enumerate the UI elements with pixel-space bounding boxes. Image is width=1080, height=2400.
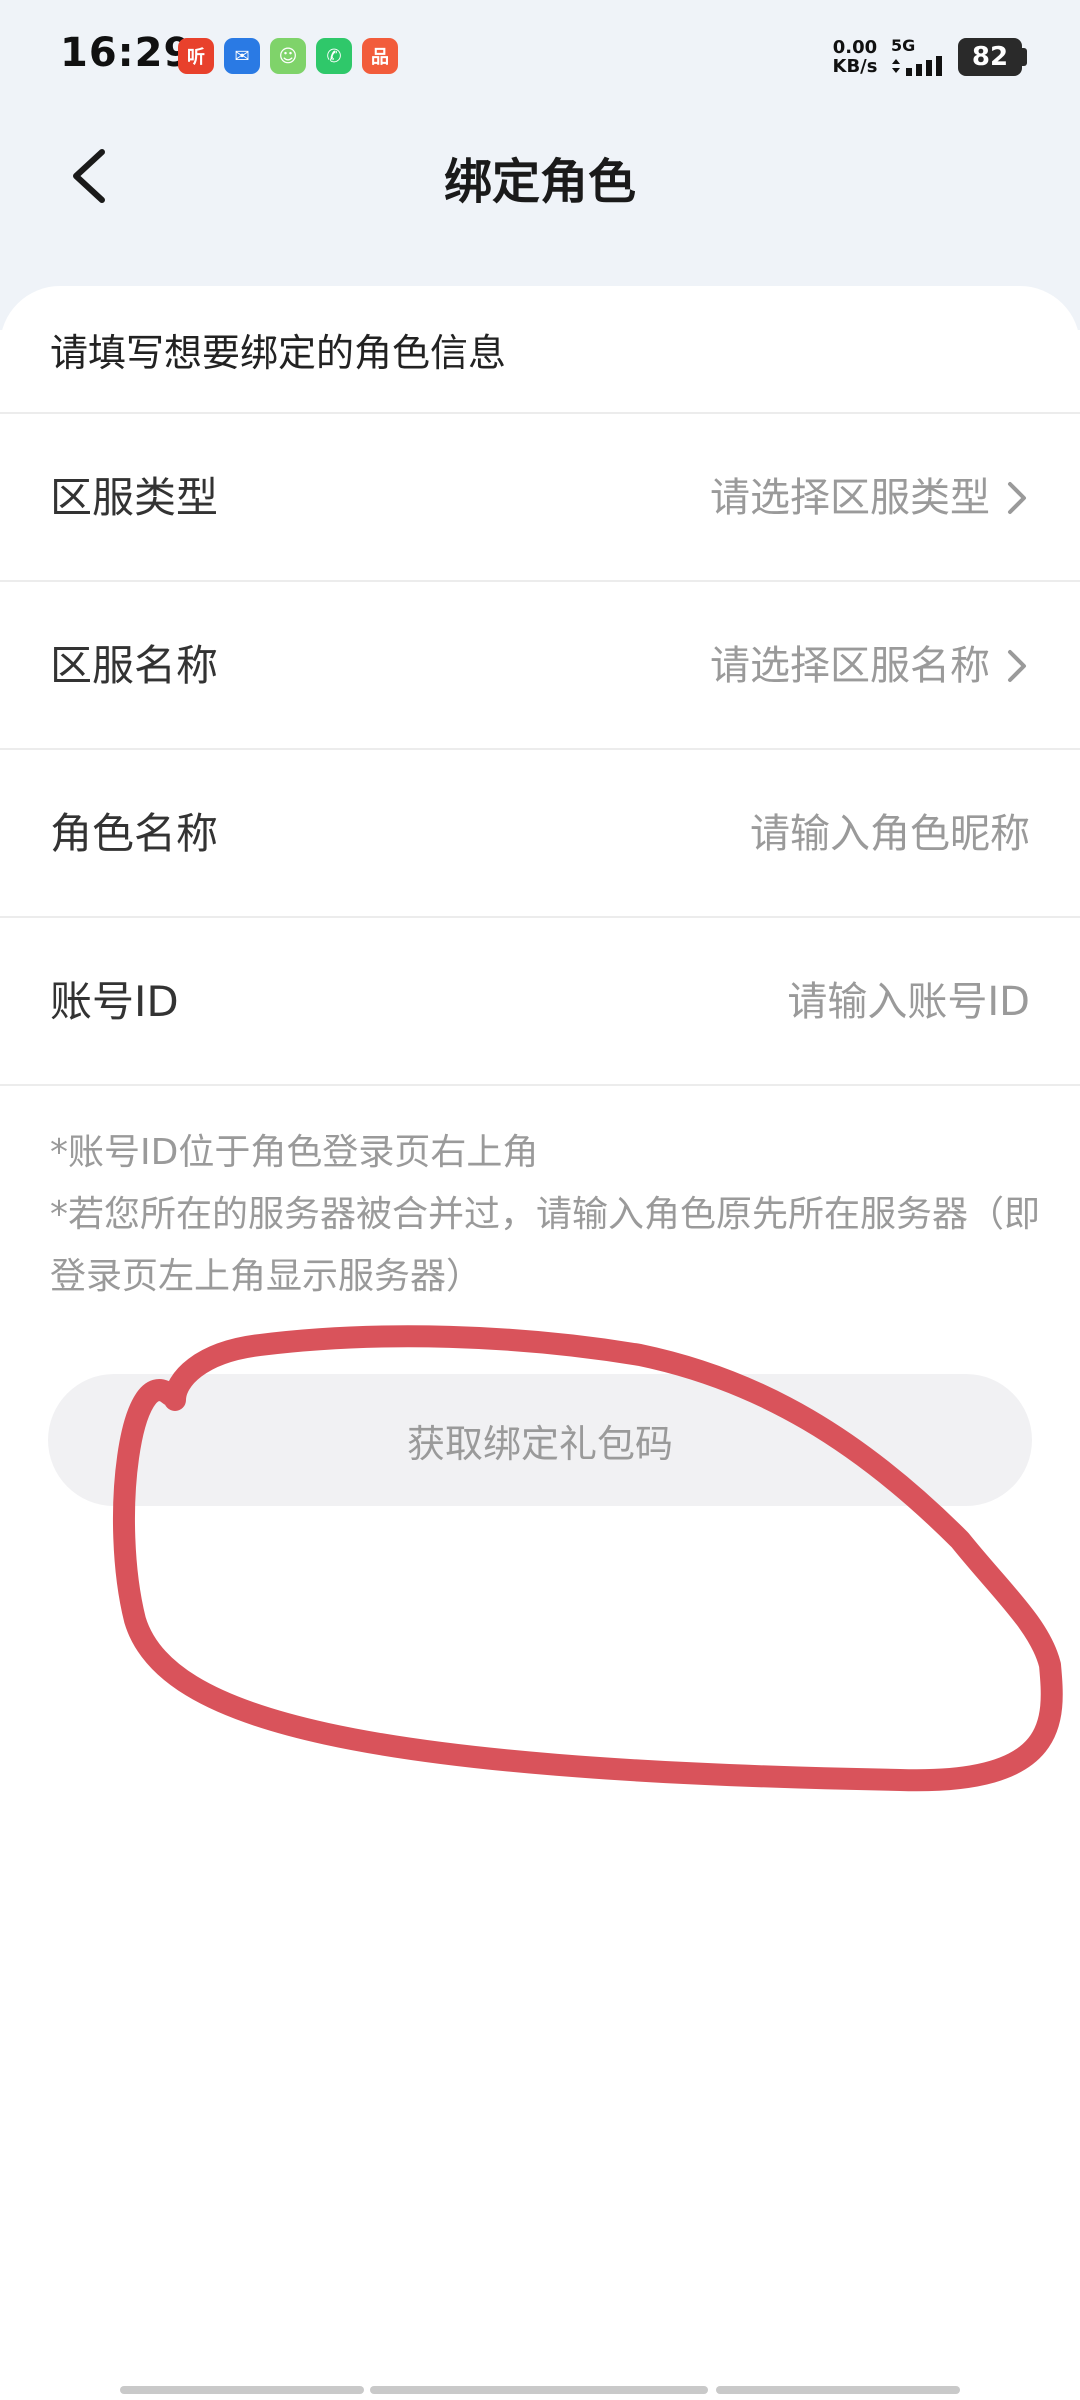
role-name-input[interactable]: 请输入角色昵称: [750, 750, 1030, 918]
bind-role-card: 请填写想要绑定的角色信息 区服类型 请选择区服类型 区服名称 请选择区服名称 角…: [0, 286, 1080, 2400]
battery-level: 82: [971, 42, 1009, 72]
server-name-select[interactable]: 请选择区服名称: [710, 582, 1030, 750]
server-type-select[interactable]: 请选择区服类型: [710, 414, 1030, 582]
app-blue-icon: ✉: [224, 38, 260, 74]
battery-icon: 82: [958, 38, 1022, 76]
phone-app-icon: ✆: [316, 38, 352, 74]
battery-tip: [1022, 48, 1027, 66]
account-id-label: 账号ID: [50, 977, 179, 1026]
role-name-row[interactable]: 角色名称 请输入角色昵称: [0, 748, 1080, 916]
server-name-row[interactable]: 区服名称 请选择区服名称: [0, 580, 1080, 748]
note-account-id: *账号ID位于角色登录页右上角: [50, 1132, 539, 1173]
note-merged-server: *若您所在的服务器被合并过，请输入角色原先所在服务器（即登录页左上角显示服务器）: [50, 1194, 1041, 1297]
server-name-placeholder: 请选择区服名称: [710, 643, 990, 689]
signal-icon: [892, 56, 942, 76]
status-bar: 16:29 听 ✉ ☺ ✆ 品 0.00 KB/s 5G 82: [0, 0, 1080, 120]
net-speed-unit: KB/s: [832, 56, 878, 77]
net-speed: 0.00 KB/s: [828, 38, 882, 76]
gesture-bar-center[interactable]: [370, 2386, 708, 2394]
gesture-bar-right: [716, 2386, 960, 2394]
server-name-label: 区服名称: [50, 641, 219, 690]
server-type-row[interactable]: 区服类型 请选择区服类型: [0, 412, 1080, 580]
page-title: 绑定角色: [443, 154, 636, 210]
get-gift-code-button[interactable]: 获取绑定礼包码: [48, 1374, 1032, 1506]
app-green-face-icon: ☺: [270, 38, 306, 74]
form-intro: 请填写想要绑定的角色信息: [50, 331, 507, 375]
net-speed-value: 0.00: [832, 37, 878, 58]
chevron-right-icon: [1008, 650, 1026, 682]
app-orange-icon: 品: [362, 38, 398, 74]
account-id-input[interactable]: 请输入账号ID: [787, 918, 1030, 1086]
server-type-placeholder: 请选择区服类型: [710, 475, 990, 521]
form-divider: [0, 1084, 1080, 1086]
gesture-bar-left: [120, 2386, 364, 2394]
account-id-row[interactable]: 账号ID 请输入账号ID: [0, 916, 1080, 1084]
status-time: 16:29: [60, 30, 193, 76]
server-type-label: 区服类型: [50, 473, 219, 522]
role-name-label: 角色名称: [50, 809, 219, 858]
network-type: 5G: [891, 36, 916, 55]
account-id-placeholder: 请输入账号ID: [787, 979, 1030, 1025]
notification-icons: 听 ✉ ☺ ✆ 品: [178, 38, 398, 74]
ting-app-icon: 听: [178, 38, 214, 74]
role-name-placeholder: 请输入角色昵称: [750, 811, 1030, 857]
chevron-right-icon: [1008, 482, 1026, 514]
